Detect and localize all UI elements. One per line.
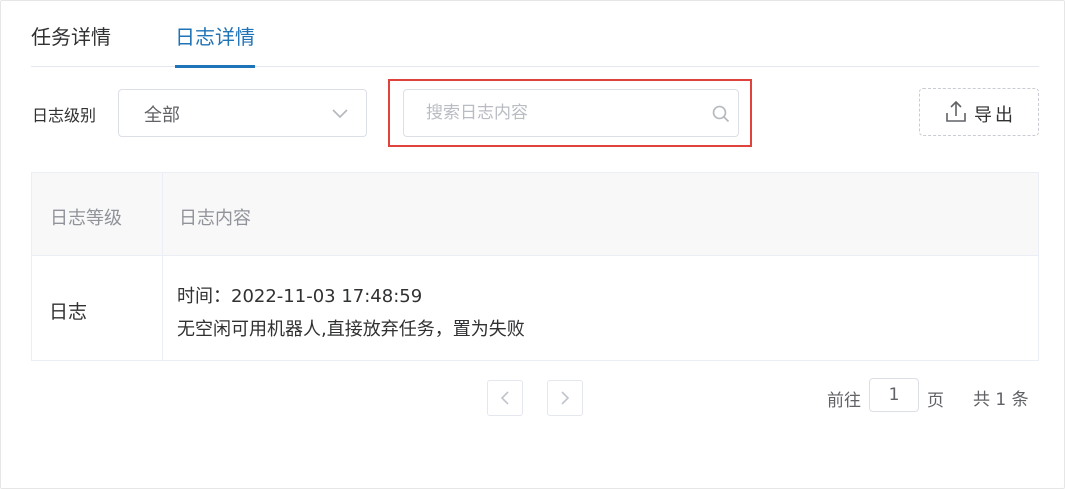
log-table: 日志等级 日志内容 日志 时间：2022-11-03 17:48:59 无空闲可… (31, 172, 1039, 361)
page-number-input[interactable] (869, 378, 919, 412)
tab-bar: 任务详情 日志详情 (31, 1, 1039, 68)
export-label: 导出 (974, 105, 1016, 126)
table-row: 日志 时间：2022-11-03 17:48:59 无空闲可用机器人,直接放弃任… (32, 256, 1038, 360)
log-content-cell: 时间：2022-11-03 17:48:59 无空闲可用机器人,直接放弃任务，置… (177, 280, 525, 346)
goto-label: 前往 (827, 391, 861, 411)
log-level-select[interactable]: 全部 (118, 89, 367, 137)
log-level-cell: 日志 (49, 301, 88, 323)
search-icon[interactable] (712, 105, 730, 123)
export-button[interactable]: 导出 (919, 88, 1039, 136)
tab-log-details[interactable]: 日志详情 (175, 21, 255, 68)
prev-page-button[interactable] (487, 380, 523, 416)
tab-task-details[interactable]: 任务详情 (31, 21, 111, 67)
search-input[interactable] (426, 98, 706, 128)
log-level-selected-value: 全部 (144, 105, 180, 126)
log-search-box[interactable] (403, 89, 739, 137)
total-count: 共 1 条 (973, 390, 1029, 410)
column-header-level: 日志等级 (50, 208, 122, 229)
log-panel: 任务详情 日志详情 日志级别 全部 导出 日志等级 日志内容 日志 (0, 0, 1065, 489)
upload-icon (946, 101, 966, 122)
column-header-content: 日志内容 (179, 208, 251, 229)
chevron-right-icon (561, 391, 570, 405)
next-page-button[interactable] (547, 380, 583, 416)
chevron-left-icon (500, 391, 509, 405)
log-level-label: 日志级别 (32, 106, 97, 125)
log-time: 时间：2022-11-03 17:48:59 (177, 286, 423, 307)
page-suffix: 页 (927, 391, 944, 411)
log-message: 无空闲可用机器人,直接放弃任务，置为失败 (177, 319, 525, 340)
chevron-down-icon (332, 109, 348, 119)
table-header: 日志等级 日志内容 (32, 173, 1038, 256)
